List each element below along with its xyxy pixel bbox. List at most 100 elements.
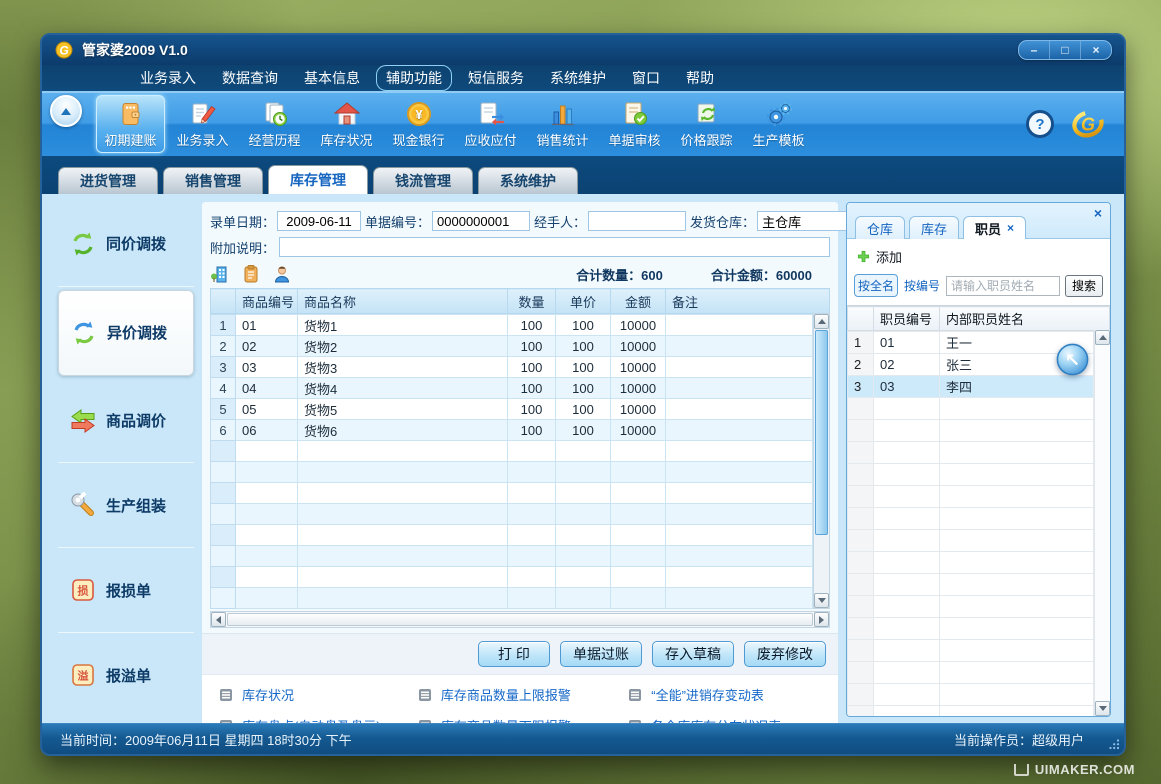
tab[interactable]: 进货管理 [58,167,158,194]
staff-row[interactable] [848,596,1094,618]
staff-row[interactable] [848,486,1094,508]
tab-close-icon[interactable]: × [1007,221,1014,235]
scroll-up-icon[interactable] [814,314,829,329]
table-row[interactable] [211,567,813,588]
staff-row[interactable]: 303李四 [848,376,1094,398]
right-panel-tab[interactable]: 库存 [909,216,959,239]
voucher-no-input[interactable] [432,211,530,231]
staff-row[interactable] [848,442,1094,464]
table-row[interactable]: 505货物510010010000 [211,399,813,420]
table-row[interactable] [211,546,813,567]
staff-row[interactable] [848,640,1094,662]
sidebar-item[interactable]: 同价调拨 [58,202,194,287]
search-by-code-button[interactable]: 按编号 [903,275,941,296]
menu-item[interactable]: 窗口 [622,65,670,91]
toolbar-button[interactable]: 经营历程 [240,95,309,153]
toolbar-button[interactable]: 应收应付 [456,95,525,153]
menu-item[interactable]: 基本信息 [294,65,370,91]
report-link[interactable]: 库存商品数量上限报警 [417,685,619,704]
report-link[interactable]: “全能”进销存变动表 [627,685,822,704]
tab[interactable]: 钱流管理 [373,167,473,194]
scroll-down-icon[interactable] [1095,701,1110,716]
toolbar-button[interactable]: 生产模板 [744,95,813,153]
menu-item[interactable]: 短信服务 [458,65,534,91]
search-by-name-button[interactable]: 按全名 [854,274,898,297]
clipboard-icon[interactable] [241,264,261,284]
toolbar-button[interactable]: 销售统计 [528,95,597,153]
table-row[interactable] [211,462,813,483]
scrollbar-thumb[interactable] [815,330,828,535]
table-row[interactable]: 101货物110010010000 [211,315,813,336]
menu-item[interactable]: 数据查询 [212,65,288,91]
resize-grip[interactable] [1108,738,1120,750]
toolbar-button[interactable]: 库存状况 [312,95,381,153]
sidebar-item[interactable]: 溢报溢单 [58,633,194,717]
scroll-down-icon[interactable] [814,593,829,608]
h-scrollbar-thumb[interactable] [227,613,813,626]
sidebar-item[interactable]: 商品调价 [58,379,194,464]
toolbar-button[interactable]: 价格跟踪 [672,95,741,153]
staff-row[interactable] [848,618,1094,640]
table-row[interactable] [211,525,813,546]
table-row[interactable] [211,441,813,462]
toolbar-button[interactable]: ¥现金银行 [384,95,453,153]
table-row[interactable]: 404货物410010010000 [211,378,813,399]
help-icon[interactable]: ? [1026,110,1054,138]
staff-row[interactable] [848,420,1094,442]
table-row[interactable]: 606货物610010010000 [211,420,813,441]
staff-row[interactable] [848,552,1094,574]
save-draft-button[interactable]: 存入草稿 [652,641,734,667]
staff-row[interactable] [848,662,1094,684]
scroll-right-icon[interactable] [814,612,829,627]
menu-item[interactable]: 辅助功能 [376,65,452,91]
right-panel-tab[interactable]: 仓库 [855,216,905,239]
table-row[interactable] [211,504,813,525]
handler-input[interactable] [588,211,686,231]
staff-row[interactable] [848,574,1094,596]
staff-row[interactable] [848,508,1094,530]
search-input[interactable] [946,276,1060,296]
tab[interactable]: 库存管理 [268,165,368,194]
table-row[interactable]: 202货物210010010000 [211,336,813,357]
print-button[interactable]: 打 印 [478,641,550,667]
tab[interactable]: 销售管理 [163,167,263,194]
scroll-up-icon[interactable] [1095,330,1110,345]
sidebar-item[interactable]: 异价调拨 [58,290,194,376]
staff-row[interactable] [848,398,1094,420]
note-input[interactable] [279,237,830,257]
toolbar-button[interactable]: 业务录入 [168,95,237,153]
add-label[interactable]: 添加 [876,247,902,266]
collapse-toolbar-button[interactable] [50,95,82,127]
tab[interactable]: 系统维护 [478,167,578,194]
panel-close-icon[interactable]: × [1094,206,1102,220]
table-row[interactable]: 303货物310010010000 [211,357,813,378]
right-panel-tab[interactable]: 职员× [963,216,1026,239]
entry-date-input[interactable] [277,211,361,231]
toolbar-button[interactable]: 单据审核 [600,95,669,153]
staff-row[interactable] [848,530,1094,552]
staff-scrollbar[interactable] [1094,330,1110,716]
horizontal-scrollbar[interactable] [210,611,830,628]
menu-item[interactable]: 系统维护 [540,65,616,91]
close-button[interactable]: × [1081,41,1111,59]
building-icon[interactable] [210,264,230,284]
menu-item[interactable]: 业务录入 [130,65,206,91]
person-icon[interactable] [272,264,292,284]
report-link[interactable]: 库存状况 [218,685,409,704]
post-voucher-button[interactable]: 单据过账 [560,641,642,667]
vertical-scrollbar[interactable] [813,313,830,609]
search-button[interactable]: 搜索 [1065,275,1103,297]
staff-row[interactable] [848,464,1094,486]
staff-row[interactable] [848,706,1094,717]
scroll-left-icon[interactable] [211,612,226,627]
sidebar-item[interactable]: 生产组装 [58,463,194,548]
toolbar-button[interactable]: 初期建账 [96,95,165,153]
discard-changes-button[interactable]: 废弃修改 [744,641,826,667]
maximize-button[interactable]: □ [1050,41,1081,59]
table-row[interactable] [211,483,813,504]
minimize-button[interactable]: – [1019,41,1050,59]
staff-row[interactable] [848,684,1094,706]
menu-item[interactable]: 帮助 [676,65,724,91]
table-row[interactable] [211,588,813,609]
sidebar-item[interactable]: 损报损单 [58,548,194,633]
